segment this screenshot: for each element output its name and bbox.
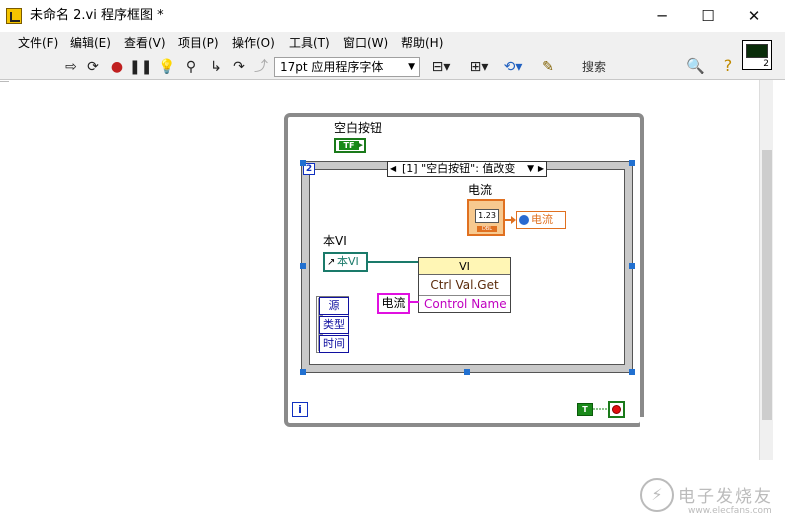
step-out-icon[interactable]: ⤴ xyxy=(251,57,271,77)
canvas-edge xyxy=(0,81,9,82)
boolean-control-terminal[interactable]: TF ▶ xyxy=(334,138,366,153)
menu-file[interactable]: 文件(F) xyxy=(18,35,58,51)
ref-value: 本VI xyxy=(337,255,359,268)
vi-icon-number: 2 xyxy=(763,59,769,69)
event-data-item[interactable]: 类型 xyxy=(319,316,349,334)
event-corner-handle[interactable] xyxy=(629,369,635,375)
chevron-left-icon[interactable]: ◀ xyxy=(390,162,396,176)
ref-label: 本VI xyxy=(323,234,347,248)
scrollbar-thumb[interactable] xyxy=(762,150,772,420)
stop-condition-terminal[interactable] xyxy=(608,401,625,418)
menu-operate[interactable]: 操作(O) xyxy=(232,35,275,51)
retain-wire-values-icon[interactable]: ⚲ xyxy=(181,57,201,77)
watermark: ⚡ 电子发烧友 www.elecfans.com xyxy=(640,478,780,523)
invoke-param[interactable]: Control Name xyxy=(419,295,510,312)
highlight-execution-icon[interactable]: 💡 xyxy=(157,57,177,77)
abort-icon[interactable]: ● xyxy=(107,57,127,77)
arrow-right-icon: ▶ xyxy=(357,141,363,149)
watermark-url: www.elecfans.com xyxy=(688,506,772,516)
invoke-node[interactable]: VI Ctrl Val.Get Control Name xyxy=(418,257,511,313)
watermark-logo-icon: ⚡ xyxy=(640,478,674,512)
true-constant[interactable]: T xyxy=(577,403,593,416)
menu-edit[interactable]: 编辑(E) xyxy=(70,35,111,51)
run-continuously-icon[interactable]: ⟳ xyxy=(83,57,103,77)
labview-app-icon xyxy=(6,8,22,24)
align-objects-icon[interactable]: ⊟▾ xyxy=(428,57,454,77)
clean-up-diagram-icon[interactable]: ✎ xyxy=(538,57,558,77)
globe-icon xyxy=(519,215,529,225)
numeric-label: 电流 xyxy=(468,183,493,197)
step-into-icon[interactable]: ↳ xyxy=(206,57,226,77)
event-case-selector[interactable]: ◀ [1] "空白按钮": 值改变 ▼ ▶ xyxy=(387,161,547,177)
vi-icon[interactable]: 2 xyxy=(742,40,772,70)
chevron-down-icon: ▼ xyxy=(408,62,415,72)
font-select[interactable]: 17pt 应用程序字体 ▼ xyxy=(274,57,420,77)
step-over-icon[interactable]: ↷ xyxy=(229,57,249,77)
event-corner-handle[interactable] xyxy=(300,369,306,375)
watermark-name: 电子发烧友 xyxy=(678,487,773,507)
local-variable-name: 电流 xyxy=(531,213,553,226)
distribute-objects-icon[interactable]: ⊞▾ xyxy=(466,57,492,77)
wire-string[interactable] xyxy=(409,298,421,306)
wire-boolean[interactable] xyxy=(593,406,609,412)
menu-project[interactable]: 项目(P) xyxy=(178,35,219,51)
menu-bar: 文件(F) 编辑(E) 查看(V) 项目(P) 操作(O) 工具(T) 窗口(W… xyxy=(0,32,785,54)
local-variable[interactable]: 电流 xyxy=(516,211,566,229)
vertical-scrollbar[interactable] xyxy=(759,80,773,460)
toolbar: ⇨ ⟳ ● ❚❚ 💡 ⚲ ↳ ↷ ⤴ 17pt 应用程序字体 ▼ ⊟▾ ⊞▾ ⟲… xyxy=(0,54,785,80)
event-data-item[interactable]: 时间 xyxy=(319,335,349,353)
context-help-icon[interactable]: ? xyxy=(718,56,738,76)
chevron-right-icon[interactable]: ▶ xyxy=(538,162,544,176)
title-bar: 未命名 2.vi 程序框图 * ─ ☐ ✕ xyxy=(0,0,785,32)
reorder-icon[interactable]: ⟲▾ xyxy=(500,57,526,77)
string-constant[interactable]: 电流 xyxy=(377,293,410,314)
invoke-method: Ctrl Val.Get xyxy=(430,278,499,292)
minimize-button[interactable]: ─ xyxy=(639,0,685,32)
event-edge-handle[interactable] xyxy=(300,263,306,269)
event-corner-handle[interactable] xyxy=(629,160,635,166)
search-placeholder: 搜索 xyxy=(582,60,607,74)
boolean-tag: TF xyxy=(339,141,359,150)
iteration-terminal[interactable]: i xyxy=(292,402,308,417)
menu-help[interactable]: 帮助(H) xyxy=(401,35,443,51)
menu-window[interactable]: 窗口(W) xyxy=(343,35,388,51)
wire-reference[interactable] xyxy=(368,259,420,267)
this-vi-reference[interactable]: ↗ 本VI xyxy=(323,252,368,272)
event-edge-handle[interactable] xyxy=(464,369,470,375)
vi-icon-screen xyxy=(746,44,768,58)
window-title: 未命名 2.vi 程序框图 * xyxy=(30,8,164,23)
stop-icon xyxy=(612,405,621,414)
event-case-label: [1] "空白按钮": 值改变 xyxy=(402,162,516,175)
event-edge-handle[interactable] xyxy=(629,263,635,269)
invoke-class: VI xyxy=(419,258,510,275)
numeric-display: 1.23 xyxy=(475,209,499,223)
boolean-label: 空白按钮 xyxy=(334,121,383,135)
menu-view[interactable]: 查看(V) xyxy=(124,35,166,51)
dbl-tag: DBL xyxy=(477,226,497,232)
numeric-indicator-terminal[interactable]: 1.23 DBL xyxy=(467,199,505,236)
search-icon[interactable]: 🔍 xyxy=(686,56,706,76)
run-arrow-icon[interactable]: ⇨ xyxy=(61,57,81,77)
event-data-item[interactable]: 源 xyxy=(319,297,349,315)
pause-icon[interactable]: ❚❚ xyxy=(129,57,152,77)
chevron-down-icon[interactable]: ▼ xyxy=(527,162,534,176)
close-button[interactable]: ✕ xyxy=(731,0,777,32)
event-corner-handle[interactable] xyxy=(300,160,306,166)
maximize-button[interactable]: ☐ xyxy=(685,0,731,32)
reference-icon: ↗ xyxy=(327,257,336,268)
font-select-value: 17pt 应用程序字体 xyxy=(280,60,384,74)
menu-tools[interactable]: 工具(T) xyxy=(289,35,330,51)
